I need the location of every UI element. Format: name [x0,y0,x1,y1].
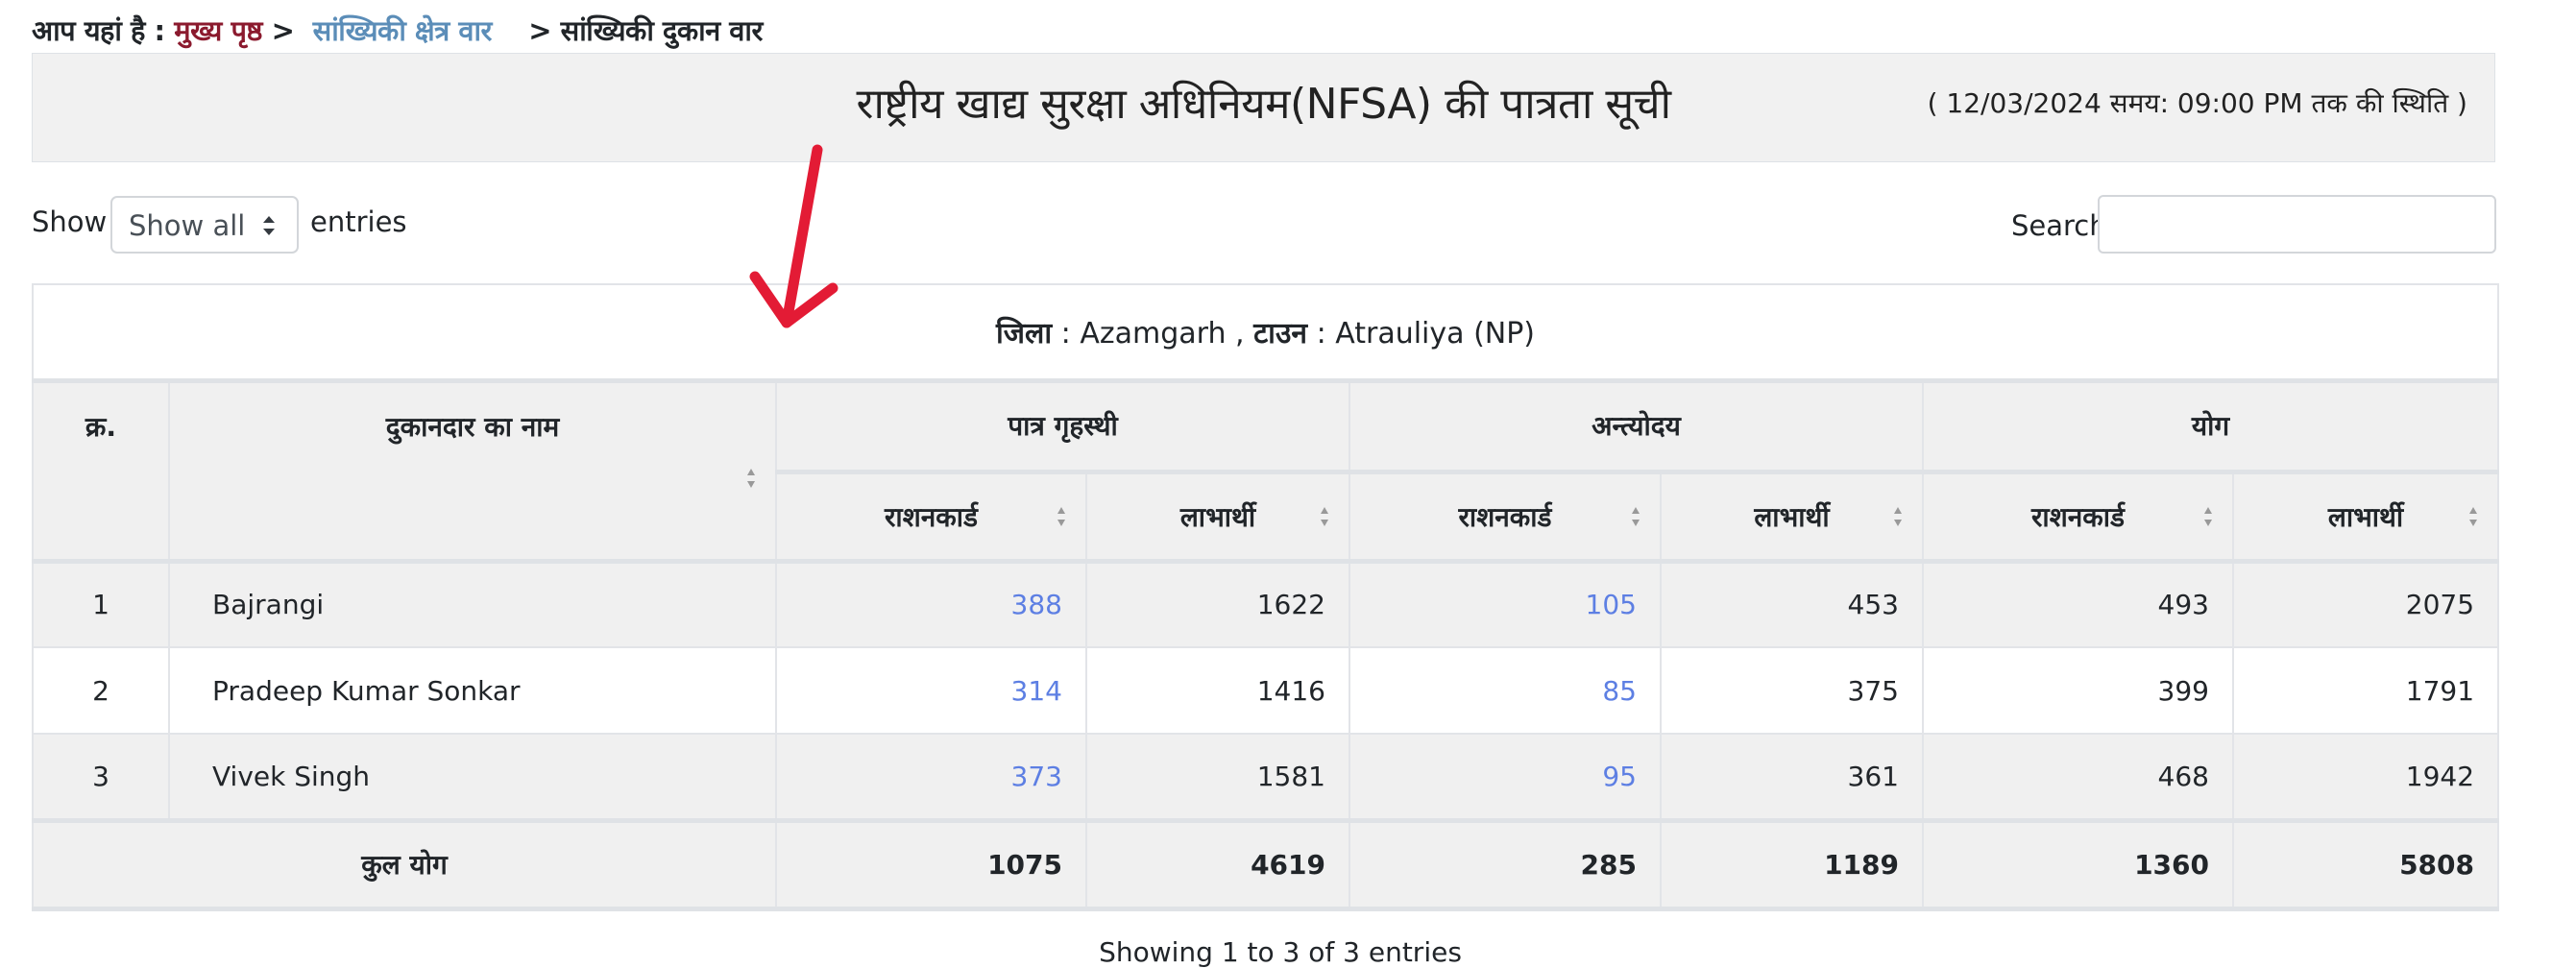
header-label: पात्र गृहस्थी [1008,410,1118,442]
town-value: Atrauliya (NP) [1335,316,1536,351]
up-down-caret-icon [263,216,275,235]
sort-both-icon[interactable] [1631,505,1640,528]
table-row: 2 Pradeep Kumar Sonkar 314 1416 85 375 3… [32,646,2500,735]
cell-serial: 2 [32,646,170,735]
grand-total-beneficiaries: 5808 [2231,817,2500,911]
header-label: योग [2191,410,2230,442]
col-header-phh-cards[interactable]: राशनकार्ड [775,469,1087,562]
cell-total-beneficiaries: 2075 [2231,558,2500,648]
sort-both-icon[interactable] [1057,505,1066,528]
totals-row: कुल योग 1075 4619 285 1189 1360 5808 [32,817,2500,911]
aay-cards-link[interactable]: 85 [1602,675,1637,707]
entries-length-select[interactable]: Show all [110,196,299,254]
search-input[interactable] [2098,195,2496,254]
header-label: लाभार्थी [2327,500,2404,533]
cell-phh-beneficiaries: 1581 [1085,733,1350,821]
cell-total-beneficiaries: 1942 [2231,733,2500,821]
col-header-phh-beneficiaries[interactable]: लाभार्थी [1085,469,1350,562]
cell-aay-beneficiaries: 453 [1660,558,1924,648]
breadcrumb-separator: > [271,14,295,47]
cell-total-cards: 493 [1922,558,2234,648]
grand-total-cards: 1360 [1922,817,2234,911]
total-aay-cards: 285 [1349,817,1662,911]
group-header-total: योग [1921,379,2500,472]
cell-dealer-name: Bajrangi [168,558,777,648]
total-phh-cards: 1075 [775,817,1087,911]
sort-both-icon[interactable] [2203,505,2213,528]
phh-cards-link[interactable]: 314 [1011,675,1062,707]
header-label: क्र. [85,410,117,443]
table-info: Showing 1 to 3 of 3 entries [0,936,2576,968]
totals-label: कुल योग [32,817,777,911]
table-info-text: Showing 1 to 3 of 3 entries [1099,936,1462,968]
col-header-total-beneficiaries[interactable]: लाभार्थी [2231,469,2500,562]
district-value: Azamgarh [1080,316,1227,351]
header-label: लाभार्थी [1754,500,1830,533]
sort-both-icon[interactable] [2468,505,2478,528]
shop-stats-table: जिला : Azamgarh , टाउन : Atrauliya (NP) … [31,283,2500,911]
cell-aay-beneficiaries: 361 [1660,733,1924,821]
cell-dealer-name: Vivek Singh [168,733,777,821]
col-header-aay-cards[interactable]: राशनकार्ड [1349,469,1662,562]
cell-dealer-name: Pradeep Kumar Sonkar [168,646,777,735]
sort-both-icon[interactable] [1320,505,1329,528]
col-header-dealer-name[interactable]: दुकानदार का नाम [168,379,777,562]
cell-phh-beneficiaries: 1416 [1085,646,1350,735]
breadcrumb-separator: > [528,14,552,47]
cell-aay-beneficiaries: 375 [1660,646,1924,735]
cell-total-cards: 399 [1922,646,2234,735]
status-timestamp: ( 12/03/2024 समय: 09:00 PM तक की स्थिति … [1927,87,2467,119]
entries-length-value: Show all [129,209,246,242]
table-caption: जिला : Azamgarh , टाउन : Atrauliya (NP) [31,283,2500,383]
district-label: जिला [996,316,1053,351]
total-phh-beneficiaries: 4619 [1085,817,1350,911]
table-row: 3 Vivek Singh 373 1581 95 361 468 1942 [32,733,2500,821]
cell-serial: 3 [32,733,170,821]
sort-both-icon[interactable] [746,467,756,490]
cell-total-cards: 468 [1922,733,2234,821]
col-header-serial: क्र. [32,379,170,562]
breadcrumb-current: सांख्यिकी दुकान वार [560,14,764,47]
breadcrumb-prefix: आप यहां है : [32,14,175,47]
header-label: राशनकार्ड [1458,500,1552,533]
phh-cards-link[interactable]: 388 [1011,589,1062,620]
show-label: Show [32,206,108,238]
group-header-phh: पात्र गृहस्थी [775,379,1350,472]
town-label: टाउन [1253,316,1308,351]
cell-serial: 1 [32,558,170,648]
header-label: दुकानदार का नाम [385,410,560,443]
breadcrumb-home-link[interactable]: मुख्य पृष्ठ [174,14,262,47]
aay-cards-link[interactable]: 105 [1586,589,1637,620]
total-aay-beneficiaries: 1189 [1660,817,1924,911]
entries-label: entries [310,206,407,238]
phh-cards-link[interactable]: 373 [1011,761,1062,792]
group-header-aay: अन्त्योदय [1349,379,1924,472]
col-header-total-cards[interactable]: राशनकार्ड [1922,469,2234,562]
sort-both-icon[interactable] [1893,505,1903,528]
col-header-aay-beneficiaries[interactable]: लाभार्थी [1660,469,1924,562]
page-header: राष्ट्रीय खाद्य सुरक्षा अधिनियम(NFSA) की… [32,53,2495,162]
cell-total-beneficiaries: 1791 [2231,646,2500,735]
aay-cards-link[interactable]: 95 [1602,761,1637,792]
header-label: राशनकार्ड [884,500,979,533]
header-label: राशनकार्ड [2030,500,2126,533]
breadcrumb-area-stats-link[interactable]: सांख्यिकी क्षेत्र वार [313,14,493,47]
table-row: 1 Bajrangi 388 1622 105 453 493 2075 [32,558,2500,648]
header-label: लाभार्थी [1179,500,1256,533]
header-label: अन्त्योदय [1592,410,1681,442]
breadcrumb: आप यहां है : मुख्य पृष्ठ > सांख्यिकी क्ष… [32,12,763,49]
cell-phh-beneficiaries: 1622 [1085,558,1350,648]
